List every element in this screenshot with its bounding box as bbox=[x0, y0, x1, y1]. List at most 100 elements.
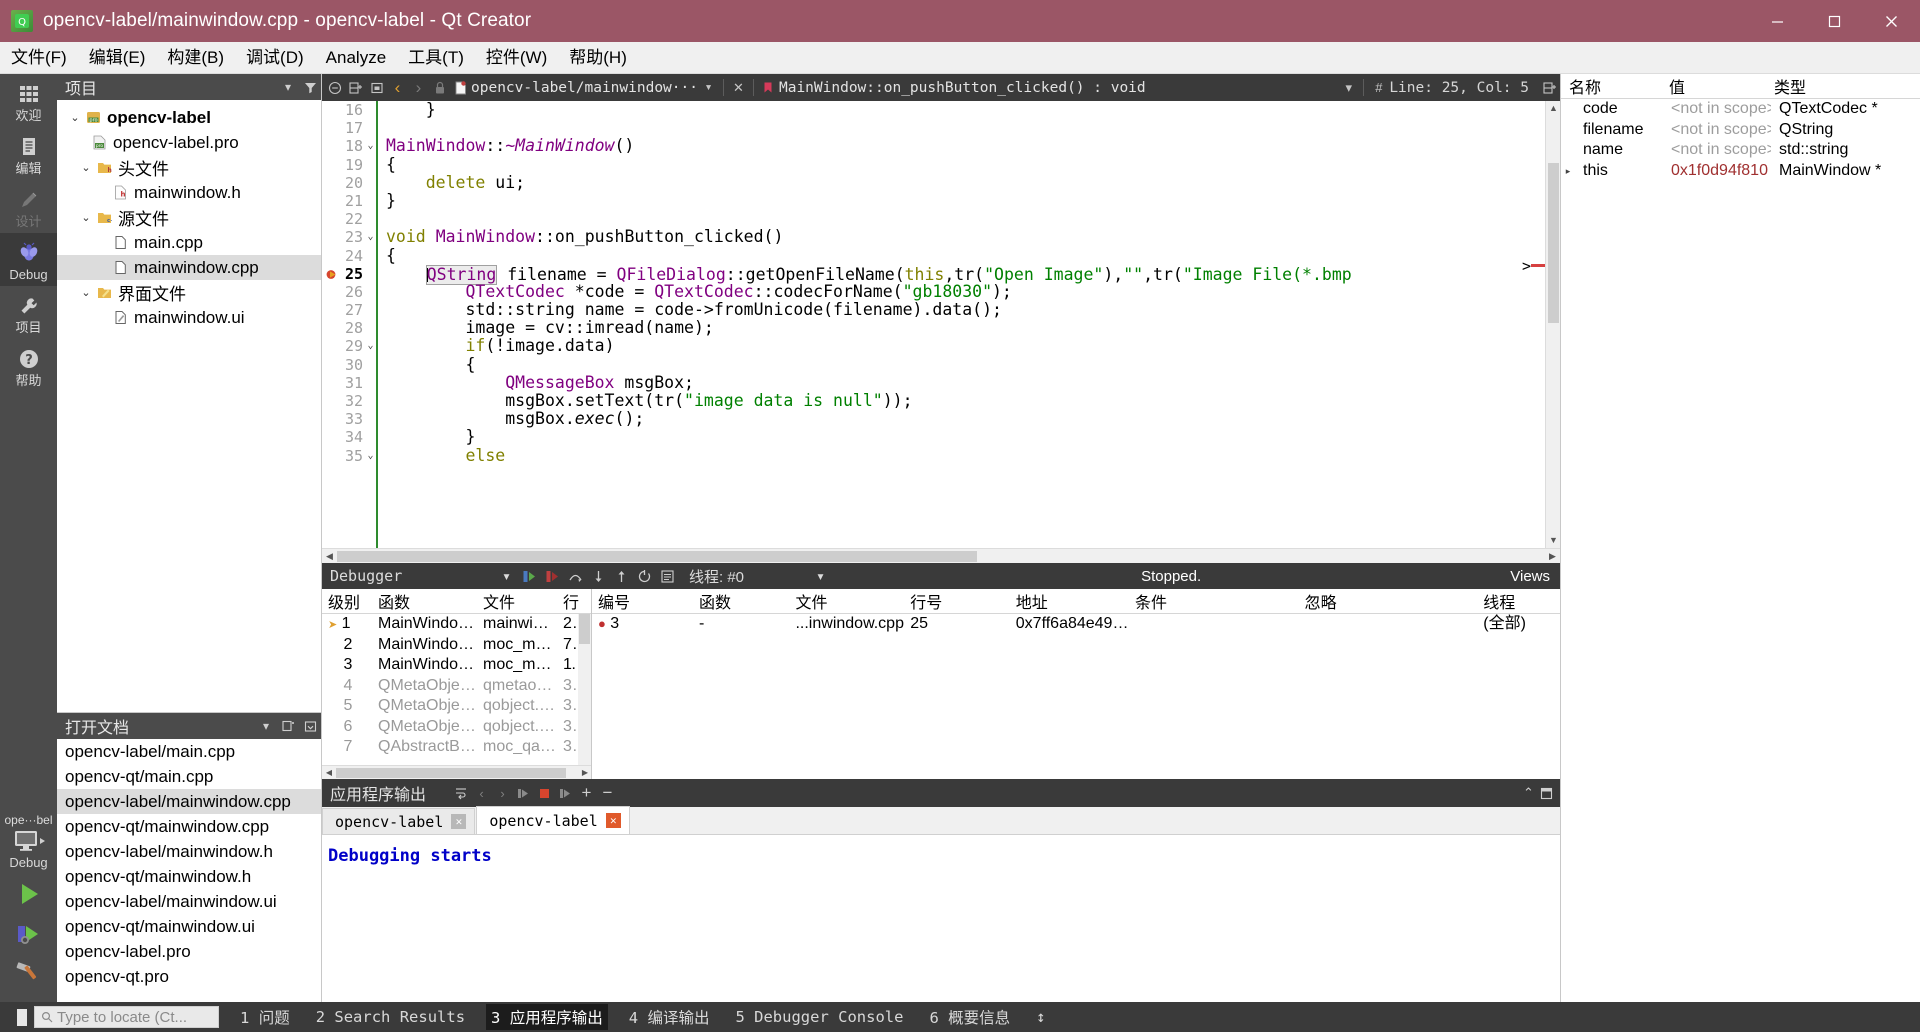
mode-help[interactable]: ? 帮助 bbox=[0, 339, 57, 392]
code-line[interactable]: } bbox=[378, 101, 1545, 119]
restart-icon[interactable] bbox=[633, 563, 656, 589]
fold-toggle-icon[interactable]: ⌄ bbox=[365, 137, 376, 155]
thread-dropdown-icon[interactable]: ▾ bbox=[809, 563, 832, 589]
code-line[interactable]: } bbox=[378, 191, 1545, 210]
symbol-dropdown-icon[interactable]: ▾ bbox=[1338, 74, 1359, 101]
mode-design[interactable]: 设计 bbox=[0, 180, 57, 233]
scrollbar-thumb[interactable] bbox=[336, 768, 566, 778]
scrollbar-thumb[interactable] bbox=[1548, 163, 1559, 323]
mode-edit[interactable]: 编辑 bbox=[0, 127, 57, 180]
editor-horizontal-scrollbar[interactable]: ◀ ▶ bbox=[322, 548, 1560, 563]
locals-row[interactable]: name <not in scope> std::string bbox=[1561, 140, 1920, 161]
stack-row[interactable]: 7 QAbstractButt... moc_qabstrac... 31 bbox=[322, 737, 591, 758]
tree-item-sources[interactable]: ⌄ c+ 源文件 bbox=[57, 205, 321, 230]
lock-icon[interactable] bbox=[429, 74, 450, 101]
stop-output-icon[interactable] bbox=[534, 779, 555, 807]
continue-icon[interactable] bbox=[518, 563, 541, 589]
stack-row[interactable]: ➤ 1 MainWindow::... mainwindow.c... 25 bbox=[322, 614, 591, 635]
code-line[interactable]: { bbox=[378, 155, 1545, 174]
mode-welcome[interactable]: 欢迎 bbox=[0, 74, 57, 127]
sidebar-toggle-icon[interactable] bbox=[10, 1008, 27, 1026]
open-doc-item[interactable]: opencv-qt/mainwindow.cpp bbox=[57, 814, 321, 839]
statusbar-item-search[interactable]: 2 Search Results bbox=[311, 1006, 470, 1028]
bp-col-address[interactable]: 地址 bbox=[1010, 589, 1129, 613]
code-text-area[interactable]: } MainWindow::~MainWindow(){ delete ui;} v… bbox=[378, 101, 1545, 548]
open-doc-item[interactable]: opencv-label/mainwindow.ui bbox=[57, 889, 321, 914]
output-tab[interactable]: opencv-label ✕ bbox=[476, 806, 630, 834]
code-line[interactable]: QString filename = QFileDialog::getOpenF… bbox=[378, 264, 1545, 285]
code-line[interactable]: std::string name = code->fromUnicode(fil… bbox=[378, 300, 1545, 319]
stack-col-file[interactable]: 文件 bbox=[477, 589, 557, 613]
nav-back-icon[interactable]: ‹ bbox=[387, 74, 408, 101]
open-doc-item[interactable]: opencv-label/main.cpp bbox=[57, 739, 321, 764]
line-col-indicator[interactable]: Line: 25, Col: 5 bbox=[1389, 80, 1539, 96]
stack-row[interactable]: 6 QMetaObject:... qobject.cpp 36 bbox=[322, 717, 591, 738]
stack-col-level[interactable]: 级别 bbox=[322, 589, 372, 613]
run-output-icon[interactable] bbox=[513, 779, 534, 807]
increase-font-icon[interactable]: + bbox=[576, 779, 597, 807]
chevron-right-icon[interactable]: ▸ bbox=[1561, 161, 1575, 182]
mode-debug[interactable]: Debug bbox=[0, 233, 57, 286]
locals-row[interactable]: ▸ this 0x1f0d94f810 MainWindow * bbox=[1561, 161, 1920, 182]
bp-col-condition[interactable]: 条件 bbox=[1129, 589, 1299, 613]
fold-toggle-icon[interactable]: ⌄ bbox=[365, 337, 376, 355]
prev-item-icon[interactable]: ‹ bbox=[471, 779, 492, 807]
open-doc-item[interactable]: opencv-qt/main.cpp bbox=[57, 764, 321, 789]
editor-vertical-scrollbar[interactable]: ▲ ▼ bbox=[1545, 101, 1560, 548]
menu-file[interactable]: 文件(F) bbox=[0, 42, 78, 74]
mode-projects[interactable]: 项目 bbox=[0, 286, 57, 339]
wrap-lines-icon[interactable] bbox=[450, 779, 471, 807]
close-icon[interactable]: ✕ bbox=[451, 814, 467, 829]
step-out-icon[interactable] bbox=[610, 563, 633, 589]
code-line[interactable] bbox=[378, 210, 1545, 228]
maximize-button[interactable] bbox=[1806, 0, 1863, 42]
run-button[interactable] bbox=[0, 874, 57, 914]
nav-forward-icon[interactable]: › bbox=[408, 74, 429, 101]
scroll-right-arrow[interactable]: ▶ bbox=[578, 766, 591, 779]
locals-row[interactable]: code <not in scope> QTextCodec * bbox=[1561, 99, 1920, 120]
stop-icon[interactable] bbox=[541, 563, 564, 589]
locator-input[interactable]: Type to locate (Ct... bbox=[34, 1006, 219, 1028]
output-tab[interactable]: opencv-label ✕ bbox=[322, 808, 476, 834]
chevron-down-icon[interactable]: ⌄ bbox=[78, 211, 94, 224]
menu-debug[interactable]: 调试(D) bbox=[235, 42, 315, 74]
instruction-view-icon[interactable] bbox=[656, 563, 679, 589]
thread-selector-label[interactable]: 线程: #0 bbox=[689, 566, 744, 587]
chevron-down-icon[interactable]: ▾ bbox=[495, 563, 518, 589]
editor-file-close-icon[interactable]: ✕ bbox=[728, 74, 749, 101]
bp-col-file[interactable]: 文件 bbox=[789, 589, 904, 613]
bp-col-number[interactable]: 编号 bbox=[592, 589, 693, 613]
maximize-output-icon[interactable]: ⌃ bbox=[1518, 779, 1539, 807]
open-doc-item[interactable]: opencv-qt/mainwindow.ui bbox=[57, 914, 321, 939]
code-line[interactable]: void MainWindow::on_pushButton_clicked() bbox=[378, 228, 1545, 246]
close-split-icon[interactable] bbox=[299, 713, 321, 739]
chevron-down-icon[interactable]: ⌄ bbox=[67, 111, 83, 124]
code-line[interactable]: QMessageBox msgBox; bbox=[378, 373, 1545, 392]
bp-col-line[interactable]: 行号 bbox=[904, 589, 1010, 613]
scrollbar-thumb[interactable] bbox=[337, 551, 977, 562]
code-line[interactable]: } bbox=[378, 428, 1545, 446]
statusbar-item-appoutput[interactable]: 3 应用程序输出 bbox=[486, 1004, 608, 1030]
tree-item-pro-file[interactable]: pro opencv-label.pro bbox=[57, 130, 321, 155]
code-line[interactable]: msgBox.exec(); bbox=[378, 410, 1545, 428]
app-output-body[interactable]: Debugging starts bbox=[322, 835, 1560, 1002]
editor-file-chip[interactable]: opencv-label/mainwindow··· ▾ bbox=[450, 74, 719, 101]
open-doc-item[interactable]: opencv-label/mainwindow.cpp bbox=[57, 789, 321, 814]
stack-row[interactable]: 3 MainWindow::... moc_mainwin... 11 bbox=[322, 655, 591, 676]
menu-window[interactable]: 控件(W) bbox=[475, 42, 558, 74]
stack-row[interactable]: 4 QMetaObject:... qmetaobject.c... 30 bbox=[322, 676, 591, 697]
split-icon[interactable] bbox=[1539, 74, 1560, 101]
tree-item-forms[interactable]: ⌄ 界面文件 bbox=[57, 280, 321, 305]
tree-item-headers[interactable]: ⌄ h 头文件 bbox=[57, 155, 321, 180]
stack-row[interactable]: 2 MainWindow::... moc_mainwin... 75 bbox=[322, 635, 591, 656]
filter-icon[interactable] bbox=[299, 74, 321, 100]
chevron-down-icon[interactable]: ▾ bbox=[255, 713, 277, 739]
build-button[interactable] bbox=[0, 954, 57, 994]
chevron-down-icon[interactable]: ▾ bbox=[277, 74, 299, 100]
fold-toggle-icon[interactable]: ⌄ bbox=[365, 228, 376, 246]
chevron-down-icon[interactable]: ⌄ bbox=[78, 161, 94, 174]
open-doc-item[interactable]: opencv-label.pro bbox=[57, 939, 321, 964]
scroll-down-arrow[interactable]: ▼ bbox=[1546, 533, 1561, 548]
tree-item-project[interactable]: ⌄ pro opencv-label bbox=[57, 105, 321, 130]
code-line[interactable]: image = cv::imread(name); bbox=[378, 319, 1545, 337]
